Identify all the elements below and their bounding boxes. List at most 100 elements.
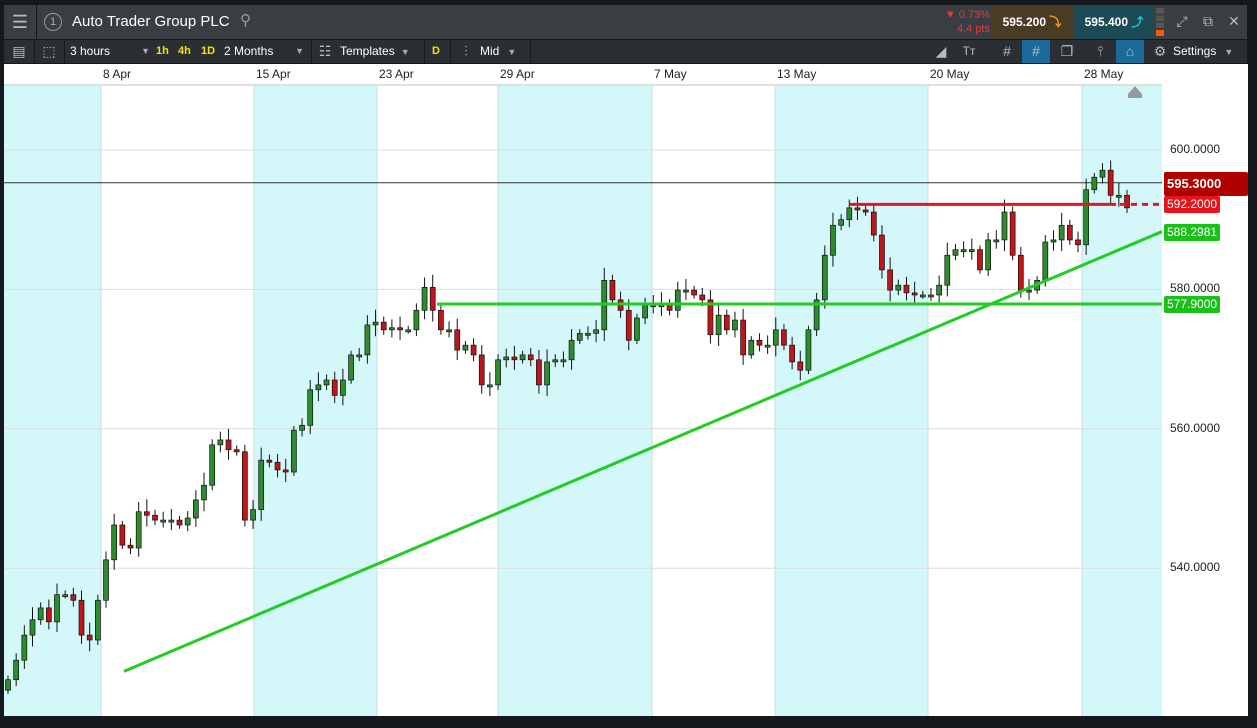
candle-down <box>242 451 248 521</box>
scroll-to-latest-icon[interactable] <box>1128 86 1142 94</box>
range-value: 2 Months <box>224 44 274 58</box>
candle-up <box>560 359 567 363</box>
candle-up <box>291 429 297 473</box>
price-chart[interactable] <box>4 86 1162 716</box>
candle-down <box>1107 169 1114 196</box>
candle-up <box>642 304 648 319</box>
candlestick-icon: ⫶ <box>464 43 468 59</box>
candle-down <box>233 449 240 453</box>
interval-1h-button[interactable]: 1h <box>156 40 169 63</box>
text-size-icon[interactable]: Tт <box>956 40 982 63</box>
candle-up <box>519 354 526 361</box>
candle-down <box>781 329 787 346</box>
candle-up <box>993 239 1000 243</box>
window-number-badge[interactable]: 1 <box>44 13 62 31</box>
candle-down <box>45 607 52 623</box>
tag-icon[interactable]: ⌂ <box>1116 40 1144 63</box>
list-icon[interactable]: ▤ <box>8 40 30 63</box>
candle-down <box>1075 239 1081 246</box>
candle-up <box>462 344 469 351</box>
candle-up <box>356 354 363 358</box>
y-tick-label: 560.0000 <box>1170 420 1221 435</box>
candle-down <box>1009 211 1016 256</box>
scroll-to-latest-base <box>1128 94 1142 98</box>
candle-up <box>364 324 371 356</box>
candle-up <box>576 332 583 341</box>
candle-down <box>511 356 518 361</box>
sell-button[interactable]: 595.200 ⤵ <box>991 5 1073 39</box>
buy-button[interactable]: 595.400 ⤴ <box>1074 5 1154 39</box>
candle-up <box>323 379 330 386</box>
windows-icon[interactable]: ❐ <box>1054 40 1080 63</box>
candle-down <box>144 511 150 516</box>
chevron-down-icon: ▼ <box>400 47 410 57</box>
crosshair-icon[interactable]: ⫯ <box>1088 40 1112 63</box>
chevron-down-icon: ▼ <box>507 47 517 57</box>
layout-icon[interactable]: ⬚ <box>38 40 60 63</box>
session-band <box>775 86 928 716</box>
candle-up <box>838 219 844 226</box>
candle-down <box>1017 254 1024 291</box>
price-axis[interactable]: 600.0000 580.0000 560.0000 540.0000 595.… <box>1162 64 1248 716</box>
sell-price: 595.200 <box>1002 15 1047 29</box>
candle-up <box>299 424 305 431</box>
buy-arrow-icon: ⤴ <box>1131 15 1144 29</box>
search-icon[interactable]: ⚲ <box>240 11 251 29</box>
candle-up <box>307 389 314 426</box>
interval-4h-button[interactable]: 4h <box>178 40 191 63</box>
candle-down <box>609 279 616 301</box>
candle-up <box>1083 189 1090 246</box>
candle-down <box>625 309 632 341</box>
chart-canvas[interactable] <box>4 86 1162 716</box>
candle-up <box>258 459 265 511</box>
candle-up <box>348 354 354 381</box>
candle-up <box>487 384 493 388</box>
candle-down <box>1124 194 1130 209</box>
candle-down <box>879 234 885 271</box>
interval-1d-button[interactable]: 1D <box>201 40 215 63</box>
down-arrow-icon: ▼ <box>944 9 956 21</box>
close-icon[interactable]: ✕ <box>1222 13 1246 30</box>
candle-up <box>5 679 11 691</box>
candle-up <box>772 329 779 346</box>
candle-up <box>748 339 755 356</box>
candle-up <box>168 519 175 523</box>
candle-up <box>103 559 109 601</box>
candle-down <box>397 327 403 331</box>
candle-up <box>764 344 771 348</box>
session-band <box>498 86 652 716</box>
y-tick-label: 540.0000 <box>1170 560 1221 575</box>
candle-down <box>977 249 983 271</box>
candle-up <box>405 329 412 333</box>
chevron-down-icon: ▼ <box>295 46 304 56</box>
candle-up <box>1115 194 1122 198</box>
candle-down <box>699 294 706 301</box>
maximize-icon[interactable]: ⤢ <box>1170 13 1194 30</box>
grid-icon[interactable]: # <box>994 40 1020 63</box>
candle-down <box>470 344 477 356</box>
popout-icon[interactable]: ⧉ <box>1196 13 1220 30</box>
range-dropdown[interactable]: 2 Months ▼ <box>224 40 304 63</box>
templates-dropdown[interactable]: Templates ▼ <box>340 40 420 63</box>
price-type-dropdown[interactable]: Mid ▼ <box>480 40 526 63</box>
candle-up <box>544 361 550 386</box>
interval-dropdown[interactable]: 3 hours ▼ <box>70 40 150 63</box>
candle-up <box>968 249 975 253</box>
x-tick-label: 15 Apr <box>256 67 291 81</box>
candle-up <box>674 289 681 311</box>
draw-tool-icon[interactable]: ◢ <box>928 40 954 63</box>
price-type-value: Mid <box>480 44 500 58</box>
candle-up <box>732 319 738 331</box>
settings-dropdown[interactable]: Settings ▼ <box>1173 40 1245 63</box>
candle-up <box>985 239 991 271</box>
candle-up <box>503 356 510 361</box>
candle-up <box>13 659 20 681</box>
candle-down <box>527 354 534 361</box>
instrument-title[interactable]: Auto Trader Group PLC <box>72 13 230 30</box>
candle-down <box>282 469 289 473</box>
candle-down <box>870 211 877 236</box>
candle-down <box>429 286 436 311</box>
d-button[interactable]: D <box>432 40 440 63</box>
menu-icon[interactable]: ☰ <box>4 5 37 39</box>
snap-grid-icon[interactable]: # <box>1022 40 1050 63</box>
